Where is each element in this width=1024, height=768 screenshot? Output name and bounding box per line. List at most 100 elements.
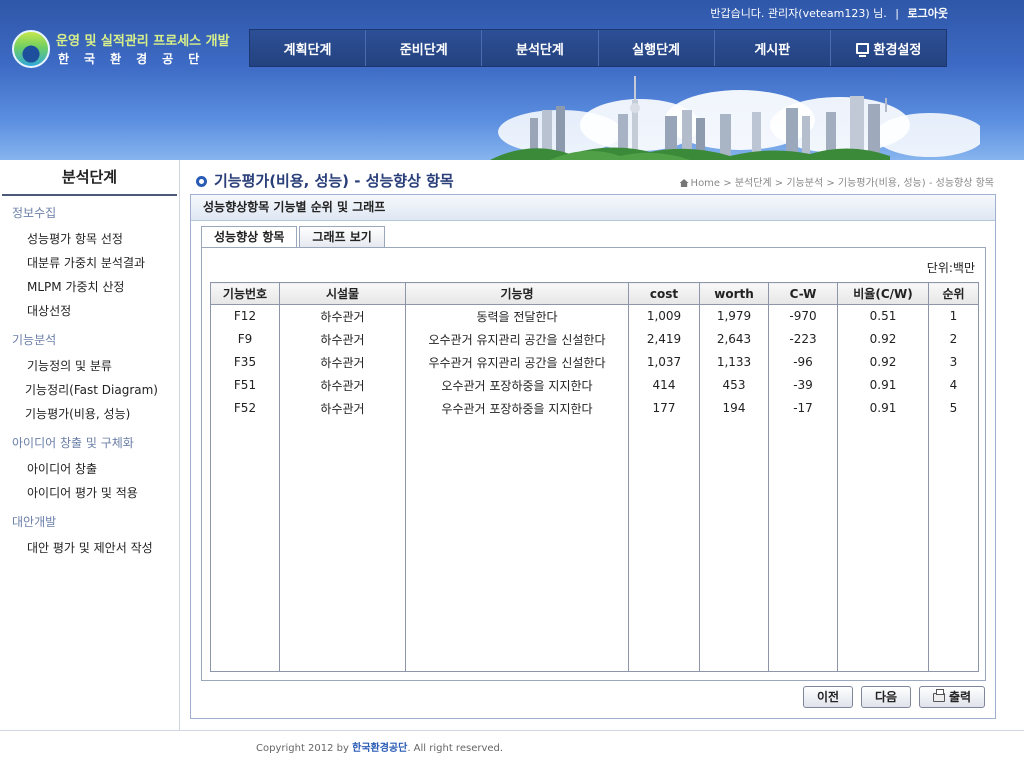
nav-label: 실행단계 — [632, 42, 681, 58]
sidebar-item-idea-create[interactable]: 아이디어 창출 — [0, 457, 179, 481]
ranking-table: 기능번호 시설물 기능명 cost worth C-W 비율(C/W) 순위 F… — [210, 282, 979, 672]
sidebar-item-target-select[interactable]: 대상선정 — [0, 299, 179, 323]
separator: | — [895, 7, 900, 20]
title-bullet-icon — [196, 176, 207, 187]
cell-function-no: F35 — [210, 350, 280, 374]
sidebar-group-alternative: 대안개발 — [12, 515, 57, 529]
copyright-org[interactable]: 한국환경공단 — [352, 743, 407, 754]
sidebar-title: 분석단계 — [2, 160, 177, 196]
content-panel: 성능향상항목 기능별 순위 및 그래프 성능향상 항목 그래프 보기 단위:백만… — [190, 194, 996, 719]
column-header[interactable]: 시설물 — [279, 282, 406, 305]
cell-rank: 1 — [928, 304, 979, 328]
logout-link[interactable]: 로그아웃 — [908, 7, 948, 20]
pc-icon — [855, 42, 869, 57]
sidebar-item-alternative-eval[interactable]: 대안 평가 및 제안서 작성 — [0, 536, 179, 560]
nav-item-execute[interactable]: 실행단계 — [599, 30, 715, 66]
copyright-suffix: . All right reserved. — [407, 743, 504, 754]
table-row[interactable]: F35 하수관거 우수관거 유지관리 공간을 신설한다 1,037 1,133 … — [210, 350, 979, 374]
nav-item-settings[interactable]: 환경설정 — [831, 30, 946, 66]
sidebar-item-idea-eval[interactable]: 아이디어 평가 및 적용 — [0, 481, 179, 505]
tab-graph-view[interactable]: 그래프 보기 — [299, 226, 385, 248]
panel-title: 성능향상항목 기능별 순위 및 그래프 — [191, 195, 995, 221]
cell-function-name: 우수관거 포장하중을 지지한다 — [405, 396, 629, 420]
sidebar-group-idea: 아이디어 창출 및 구체화 — [12, 436, 134, 450]
column-header[interactable]: C-W — [768, 282, 838, 305]
cell-ratio: 0.91 — [837, 396, 929, 420]
nav-item-analysis[interactable]: 분석단계 — [482, 30, 599, 66]
cell-worth: 1,979 — [699, 304, 769, 328]
sidebar-item-weight-result[interactable]: 대분류 가중치 분석결과 — [0, 251, 179, 275]
printer-icon — [932, 689, 945, 702]
cell-rank: 4 — [928, 373, 979, 397]
cell-c-w: -39 — [768, 373, 838, 397]
main-nav: 계획단계 준비단계 분석단계 실행단계 게시판 환경설정 — [249, 29, 947, 67]
sidebar-item-mlpm-weight[interactable]: MLPM 가중치 산정 — [0, 275, 179, 299]
cell-worth: 1,133 — [699, 350, 769, 374]
cell-c-w: -17 — [768, 396, 838, 420]
cell-c-w: -96 — [768, 350, 838, 374]
page-title: 기능평가(비용, 성능) - 성능향상 항목 — [196, 170, 454, 191]
nav-item-prepare[interactable]: 준비단계 — [366, 30, 483, 66]
breadcrumb: Home > 분석단계 > 기능분석 > 기능평가(비용, 성능) - 성능향상… — [679, 174, 994, 189]
cell-rank: 5 — [928, 396, 979, 420]
table-row[interactable]: F52 하수관거 우수관거 포장하중을 지지한다 177 194 -17 0.9… — [210, 396, 979, 420]
cell-function-no: F51 — [210, 373, 280, 397]
cell-rank: 2 — [928, 327, 979, 351]
action-buttons: 이전 다음 출력 — [803, 686, 985, 708]
column-header[interactable]: cost — [628, 282, 700, 305]
sidebar-item-fast-diagram[interactable]: 기능정리(Fast Diagram) — [0, 378, 179, 402]
sidebar-group-function: 기능분석 — [12, 333, 57, 347]
sidebar-item-function-define[interactable]: 기능정의 및 분류 — [0, 354, 179, 378]
cell-c-w: -223 — [768, 327, 838, 351]
tab-bar: 성능향상 항목 그래프 보기 — [201, 226, 387, 249]
site-footer: Copyright 2012 by 한국환경공단. All right rese… — [0, 730, 1024, 768]
table-header-row: 기능번호 시설물 기능명 cost worth C-W 비율(C/W) 순위 — [210, 282, 979, 305]
cell-function-name: 동력을 전달한다 — [405, 304, 629, 328]
cell-rank: 3 — [928, 350, 979, 374]
logo-title: 운영 및 실적관리 프로세스 개발 — [56, 34, 230, 49]
copyright: Copyright 2012 by 한국환경공단. All right rese… — [256, 739, 503, 754]
prev-button[interactable]: 이전 — [803, 686, 853, 708]
nav-item-board[interactable]: 게시판 — [715, 30, 831, 66]
next-button-label: 다음 — [874, 690, 898, 704]
page-title-text: 기능평가(비용, 성능) - 성능향상 항목 — [214, 172, 454, 190]
table-row[interactable]: F12 하수관거 동력을 전달한다 1,009 1,979 -970 0.51 … — [210, 304, 979, 328]
city-skyline-illustration — [490, 76, 980, 160]
cell-worth: 453 — [699, 373, 769, 397]
print-button[interactable]: 출력 — [919, 686, 985, 708]
logo-org-name: 한국환경공단 — [58, 52, 215, 66]
cell-facility: 하수관거 — [279, 327, 406, 351]
cell-cost: 177 — [628, 396, 700, 420]
column-header[interactable]: 비율(C/W) — [837, 282, 929, 305]
table-row[interactable]: F9 하수관거 오수관거 유지관리 공간을 신설한다 2,419 2,643 -… — [210, 327, 979, 351]
sidebar-item-performance-select[interactable]: 성능평가 항목 선정 — [0, 227, 179, 251]
cell-cost: 2,419 — [628, 327, 700, 351]
table-empty-area — [210, 419, 979, 672]
user-bar: 반갑습니다. 관리자(veteam123) 님. | 로그아웃 — [710, 5, 948, 21]
cell-cost: 1,009 — [628, 304, 700, 328]
nav-item-plan[interactable]: 계획단계 — [250, 30, 367, 66]
cell-function-no: F52 — [210, 396, 280, 420]
cell-facility: 하수관거 — [279, 350, 406, 374]
column-header[interactable]: worth — [699, 282, 769, 305]
table-row[interactable]: F51 하수관거 오수관거 포장하중을 지지한다 414 453 -39 0.9… — [210, 373, 979, 397]
cell-facility: 하수관거 — [279, 396, 406, 420]
tab-performance-items[interactable]: 성능향상 항목 — [201, 226, 298, 249]
column-header[interactable]: 기능명 — [405, 282, 629, 305]
cell-cost: 1,037 — [628, 350, 700, 374]
prev-button-label: 이전 — [816, 690, 840, 704]
column-header[interactable]: 순위 — [928, 282, 979, 305]
sidebar-group-info: 정보수집 — [12, 206, 57, 220]
cell-function-no: F9 — [210, 327, 280, 351]
cell-ratio: 0.91 — [837, 373, 929, 397]
next-button[interactable]: 다음 — [861, 686, 911, 708]
nav-label: 준비단계 — [399, 42, 448, 58]
home-icon[interactable] — [679, 179, 689, 187]
sidebar-item-function-eval[interactable]: 기능평가(비용, 성능) — [0, 402, 179, 426]
nav-label: 게시판 — [754, 42, 791, 58]
column-header[interactable]: 기능번호 — [210, 282, 280, 305]
breadcrumb-text: Home > 분석단계 > 기능분석 > 기능평가(비용, 성능) - 성능향상… — [690, 178, 994, 189]
cell-cost: 414 — [628, 373, 700, 397]
site-logo[interactable]: 운영 및 실적관리 프로세스 개발 한국환경공단 — [12, 28, 232, 70]
print-button-label: 출력 — [948, 690, 972, 704]
